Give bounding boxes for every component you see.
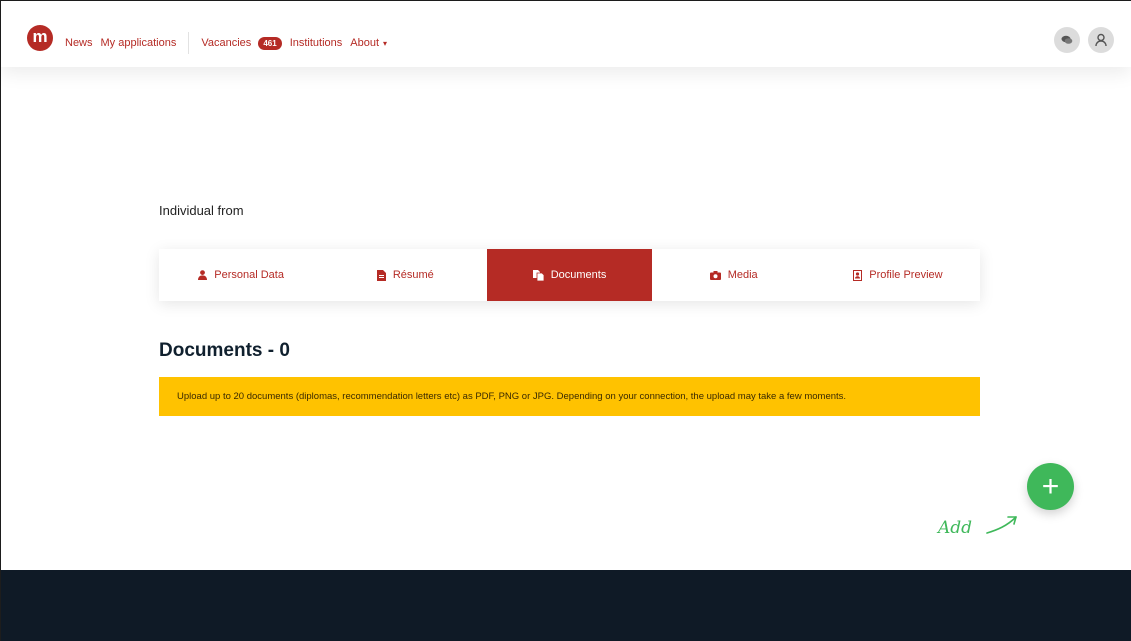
user-menu-button[interactable] [1088, 27, 1114, 53]
tab-media[interactable]: Media [652, 249, 816, 301]
nav-about-label: About [350, 37, 380, 49]
tab-profile-preview[interactable]: Profile Preview [816, 249, 980, 301]
plus-icon: + [1041, 469, 1060, 503]
tab-documents[interactable]: Documents [487, 249, 652, 301]
tab-label: Personal Data [214, 269, 284, 281]
top-navigation-bar: m News My applications Vacancies 461 Ins… [1, 1, 1131, 67]
file-icon [376, 269, 386, 281]
documents-icon [532, 269, 544, 281]
tab-label: Résumé [392, 269, 434, 281]
person-icon [198, 270, 208, 280]
nav-my-applications[interactable]: My applications [101, 37, 177, 49]
nav-vacancies-label: Vacancies [201, 36, 252, 49]
profile-tabs: Personal Data Résumé Documents Media Pro… [159, 249, 980, 301]
upload-notice-text: Upload up to 20 documents (diplomas, rec… [177, 391, 847, 402]
chat-button[interactable] [1054, 27, 1080, 53]
tab-label: Media [727, 269, 758, 281]
arrow-icon [986, 516, 1017, 534]
tab-personal-data[interactable]: Personal Data [159, 249, 323, 301]
user-icon [1095, 33, 1107, 47]
logo[interactable]: m [27, 25, 53, 51]
tab-label: Profile Preview [869, 269, 943, 281]
nav-vacancies[interactable]: Vacancies 461 [201, 36, 282, 50]
nav-divider [188, 32, 190, 54]
tab-resume[interactable]: Résumé [323, 249, 487, 301]
footer [1, 570, 1131, 641]
nav-institutions[interactable]: Institutions [290, 37, 343, 49]
chat-icon [1061, 35, 1073, 44]
add-document-button[interactable]: + [1027, 463, 1074, 510]
add-hint-label: Add [938, 518, 973, 538]
profile-card-icon [853, 269, 863, 281]
documents-title: Documents - 0 [159, 340, 290, 361]
nav-news[interactable]: News [65, 37, 93, 49]
vacancies-count-badge: 461 [258, 36, 282, 50]
caret-down-icon: ▾ [383, 39, 388, 48]
main-nav: News My applications Vacancies 461 Insti… [65, 32, 387, 54]
nav-about[interactable]: About ▾ [350, 37, 387, 49]
upload-notice: Upload up to 20 documents (diplomas, rec… [159, 377, 980, 416]
tab-label: Documents [550, 269, 607, 281]
camera-icon [709, 270, 721, 280]
profile-intro: Individual from [159, 203, 244, 218]
